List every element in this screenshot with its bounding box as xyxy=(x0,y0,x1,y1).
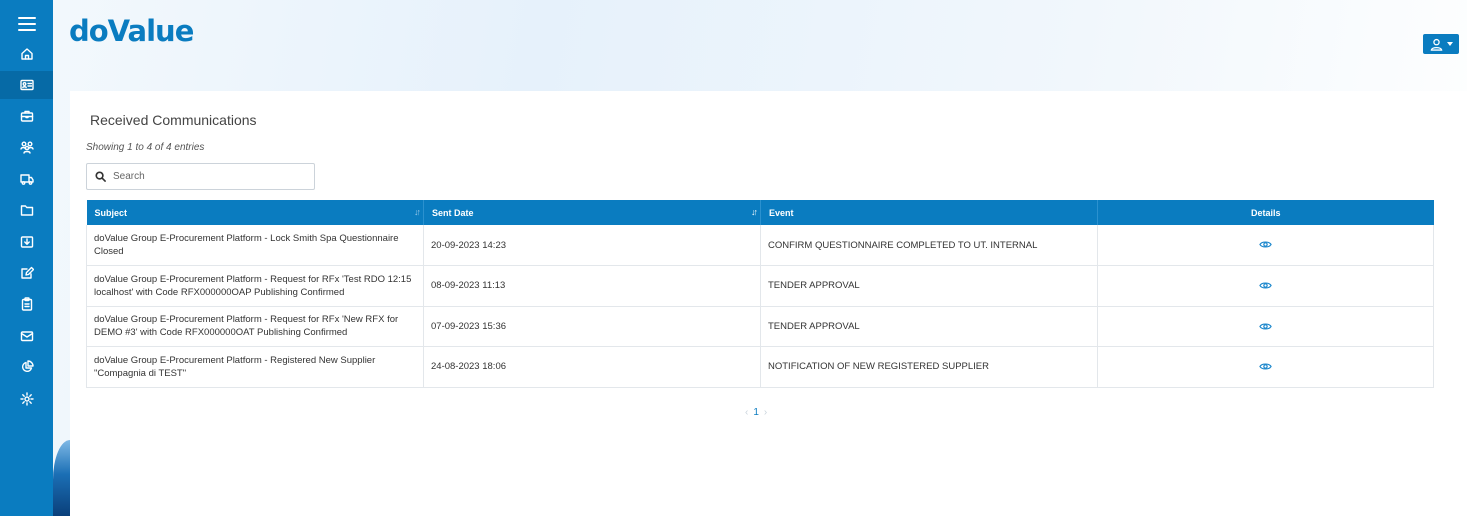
sidebar-item-briefcase[interactable] xyxy=(0,102,53,130)
pagination-next[interactable]: › xyxy=(764,407,767,418)
communications-table: Subject ↓↑ Sent Date ↓↑ Event Details do… xyxy=(86,200,1434,388)
briefcase-icon xyxy=(20,110,33,122)
column-header-details: Details xyxy=(1097,200,1434,225)
sidebar-item-delivery[interactable] xyxy=(0,165,53,193)
cell-details xyxy=(1097,346,1434,388)
sidebar-item-download[interactable] xyxy=(0,228,53,256)
folder-icon xyxy=(20,205,33,216)
sidebar-item-clipboard[interactable] xyxy=(0,290,53,318)
column-header-sent-date[interactable]: Sent Date ↓↑ xyxy=(423,200,761,225)
sidebar-item-reports[interactable] xyxy=(0,353,53,381)
sidebar-item-home[interactable] xyxy=(0,40,53,68)
entries-info: Showing 1 to 4 of 4 entries xyxy=(86,142,205,153)
cell-sent-date: 24-08-2023 18:06 xyxy=(423,346,761,388)
cell-subject: doValue Group E-Procurement Platform - L… xyxy=(86,225,424,266)
cell-sent-date: 20-09-2023 14:23 xyxy=(423,225,761,266)
truck-icon xyxy=(19,174,34,185)
menu-button[interactable] xyxy=(0,10,53,38)
view-details-eye-icon[interactable] xyxy=(1259,279,1272,292)
pagination: ‹ 1 › xyxy=(745,407,767,418)
sort-asc-icon: ↓↑ xyxy=(751,207,758,217)
sort-icon: ↓↑ xyxy=(414,207,421,217)
cell-event: TENDER APPROVAL xyxy=(760,265,1098,307)
search-input[interactable] xyxy=(113,171,303,182)
cell-subject: doValue Group E-Procurement Platform - R… xyxy=(86,346,424,388)
cell-details xyxy=(1097,225,1434,266)
chevron-down-icon xyxy=(1446,42,1453,46)
column-header-subject[interactable]: Subject ↓↑ xyxy=(86,200,424,225)
cell-details xyxy=(1097,265,1434,307)
pagination-page-1[interactable]: 1 xyxy=(753,407,759,418)
cell-sent-date: 07-09-2023 15:36 xyxy=(423,306,761,347)
sidebar-item-users[interactable] xyxy=(0,133,53,161)
download-icon xyxy=(20,236,33,248)
clipboard-icon xyxy=(21,297,32,311)
sidebar-item-folder[interactable] xyxy=(0,196,53,224)
home-icon xyxy=(20,48,33,60)
cell-event: TENDER APPROVAL xyxy=(760,306,1098,347)
search-icon xyxy=(95,171,106,182)
chart-icon xyxy=(21,360,34,372)
main-panel: Received Communications Showing 1 to 4 o… xyxy=(70,91,1467,516)
page-title: Received Communications xyxy=(90,112,257,128)
cell-sent-date: 08-09-2023 11:13 xyxy=(423,265,761,307)
table-row: doValue Group E-Procurement Platform - R… xyxy=(86,306,1434,347)
table-row: doValue Group E-Procurement Platform - R… xyxy=(86,265,1434,307)
cell-subject: doValue Group E-Procurement Platform - R… xyxy=(86,265,424,307)
id-card-icon xyxy=(19,79,34,91)
sidebar-item-communications[interactable] xyxy=(0,71,53,99)
menu-icon xyxy=(17,17,36,31)
gear-icon xyxy=(19,392,34,406)
column-header-event[interactable]: Event xyxy=(760,200,1098,225)
cell-event: CONFIRM QUESTIONNAIRE COMPLETED TO UT. I… xyxy=(760,225,1098,266)
table-row: doValue Group E-Procurement Platform - R… xyxy=(86,346,1434,388)
table-row: doValue Group E-Procurement Platform - L… xyxy=(86,225,1434,266)
cell-event: NOTIFICATION OF NEW REGISTERED SUPPLIER xyxy=(760,346,1098,388)
sidebar-item-mail[interactable] xyxy=(0,322,53,350)
search-box xyxy=(86,163,315,190)
view-details-eye-icon[interactable] xyxy=(1259,320,1272,333)
users-icon xyxy=(19,141,34,154)
sidebar-item-settings[interactable] xyxy=(0,385,53,413)
edit-icon xyxy=(20,266,34,279)
table-header-row: Subject ↓↑ Sent Date ↓↑ Event Details xyxy=(86,200,1434,225)
sidebar-item-edit[interactable] xyxy=(0,259,53,287)
logo: doValue xyxy=(69,14,194,48)
cell-subject: doValue Group E-Procurement Platform - R… xyxy=(86,306,424,347)
mail-icon xyxy=(20,331,33,342)
user-icon xyxy=(1430,38,1442,51)
user-menu-button[interactable] xyxy=(1423,34,1459,54)
pagination-prev[interactable]: ‹ xyxy=(745,407,748,418)
cell-details xyxy=(1097,306,1434,347)
sidebar xyxy=(0,0,53,516)
decorative-swoosh xyxy=(53,440,70,516)
view-details-eye-icon[interactable] xyxy=(1259,360,1272,373)
view-details-eye-icon[interactable] xyxy=(1259,238,1272,251)
